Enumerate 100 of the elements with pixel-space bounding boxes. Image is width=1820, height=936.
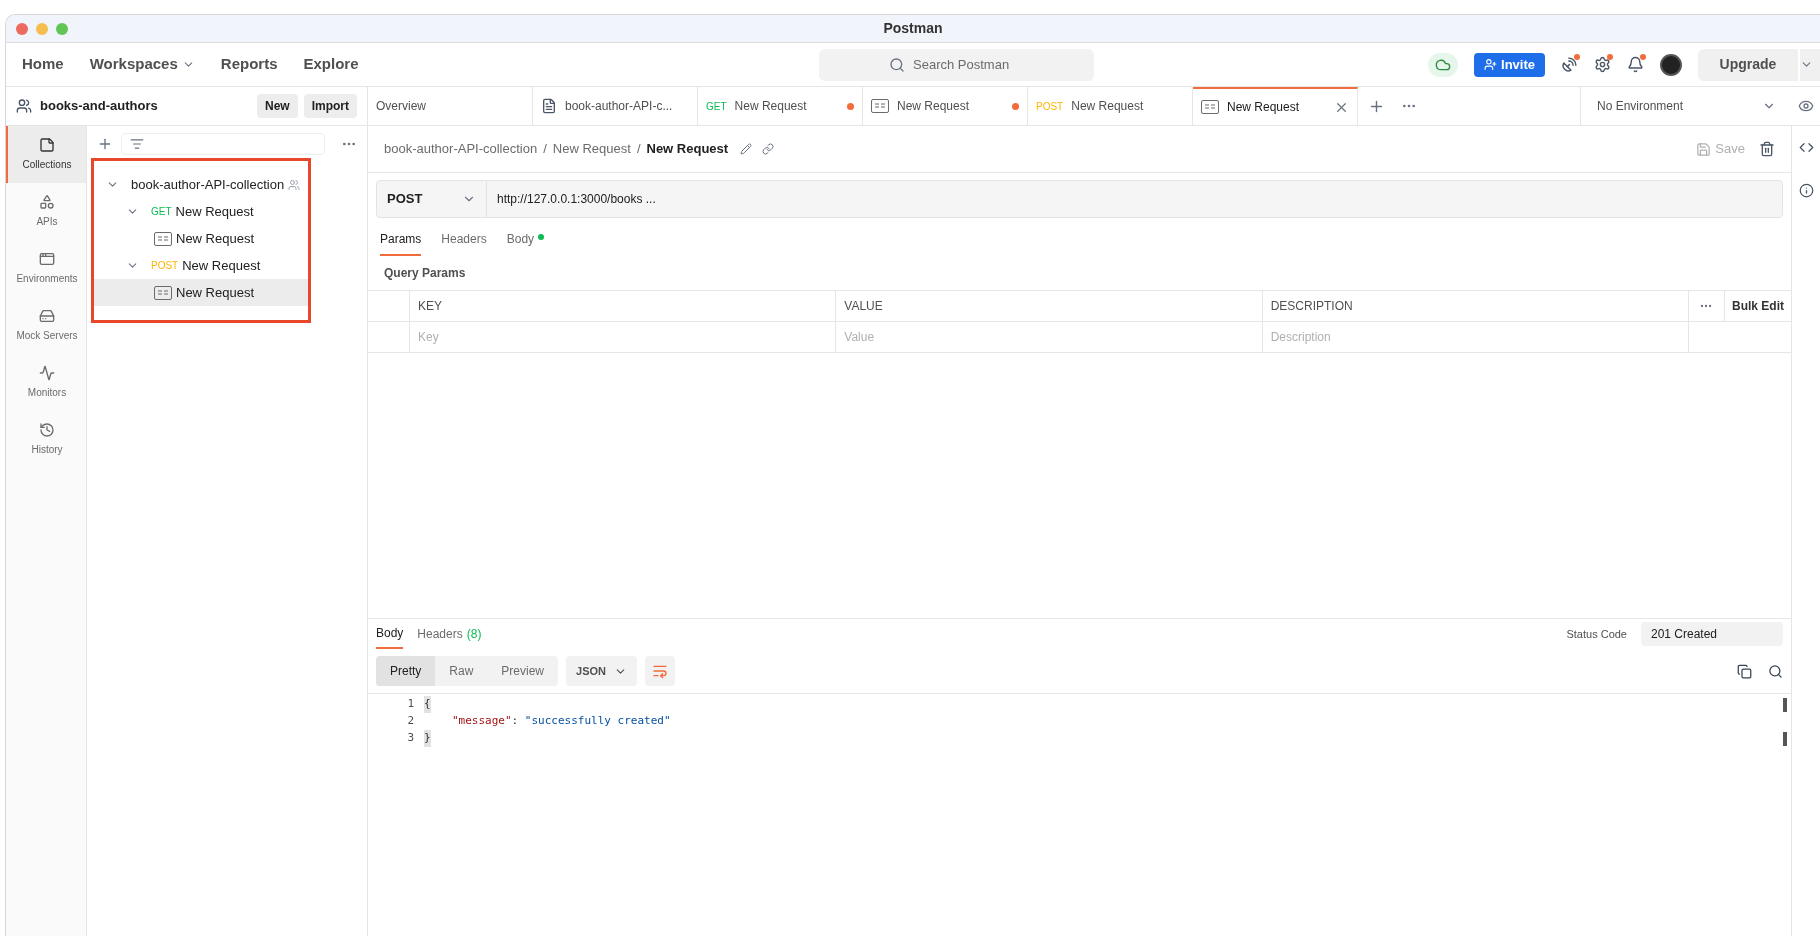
search-input[interactable]: Search Postman bbox=[913, 54, 1023, 75]
request-section-tab[interactable]: Body bbox=[506, 230, 545, 256]
wrap-lines-icon[interactable] bbox=[645, 656, 675, 686]
side-nav-icon bbox=[39, 251, 55, 267]
copy-icon[interactable] bbox=[1737, 663, 1752, 679]
tab-label: New Request bbox=[734, 98, 807, 115]
nav-link[interactable]: Home bbox=[16, 53, 70, 76]
breadcrumb-item[interactable]: New Request bbox=[552, 139, 631, 159]
user-plus-icon bbox=[1484, 58, 1498, 71]
request-tab[interactable]: GET New Request bbox=[698, 87, 863, 125]
line-number: 3 bbox=[407, 730, 414, 746]
example-icon bbox=[154, 231, 172, 246]
code-editor[interactable]: 1 2 3 { "message": "successfully created" } bbox=[368, 693, 1791, 936]
view-mode-tab[interactable]: Raw bbox=[435, 656, 488, 686]
search-field[interactable]: Search Postman bbox=[818, 48, 1094, 81]
side-nav-item[interactable]: Environments bbox=[6, 240, 86, 297]
side-nav-item[interactable]: History bbox=[6, 411, 86, 468]
breadcrumb-item[interactable]: book-author-API-collection bbox=[384, 139, 538, 159]
line-number: 1 bbox=[407, 696, 414, 712]
item-label: book-author-API-collection bbox=[131, 175, 285, 194]
notification-bell-icon[interactable] bbox=[1627, 56, 1644, 73]
status-code-label: Status Code bbox=[1566, 626, 1627, 642]
workspace-name: books-and-authors bbox=[40, 97, 158, 116]
delete-icon[interactable] bbox=[1759, 141, 1775, 157]
status-code-value: 201 Created bbox=[1641, 622, 1783, 646]
side-nav-icon bbox=[39, 308, 55, 324]
request-tab[interactable]: New Request bbox=[1193, 87, 1358, 125]
request-tab[interactable]: book-author-API-c... bbox=[533, 87, 698, 125]
item-label: New Request bbox=[182, 256, 261, 275]
tab-label: Overview bbox=[376, 98, 426, 115]
save-icon bbox=[1696, 141, 1712, 157]
response-tab[interactable]: Headers (8) bbox=[417, 619, 482, 649]
request-tab[interactable]: Overview bbox=[368, 87, 533, 125]
format-select[interactable]: JSON bbox=[566, 656, 637, 686]
side-nav-item[interactable]: Collections bbox=[6, 126, 86, 183]
search-icon[interactable] bbox=[1768, 663, 1783, 679]
param-field[interactable]: Description bbox=[1262, 322, 1689, 352]
item-label: New Request bbox=[175, 202, 254, 221]
sync-status-icon[interactable] bbox=[1428, 52, 1459, 77]
method-select[interactable]: POST bbox=[377, 181, 487, 217]
settings-icon[interactable] bbox=[1594, 56, 1611, 73]
tree-item[interactable]: book-author-API-collection bbox=[94, 171, 308, 198]
workspace-action-button[interactable]: Import bbox=[303, 94, 357, 118]
info-icon[interactable] bbox=[1798, 183, 1814, 198]
code-token: "message" bbox=[452, 713, 512, 729]
close-window-button[interactable] bbox=[16, 22, 28, 35]
add-icon[interactable] bbox=[97, 136, 113, 152]
side-nav-item[interactable]: Monitors bbox=[6, 354, 86, 411]
method-label: GET bbox=[151, 205, 172, 219]
tree-item[interactable]: New Request bbox=[94, 225, 308, 252]
link-icon[interactable] bbox=[762, 143, 775, 155]
method-label: POST bbox=[1036, 99, 1064, 114]
nav-link[interactable]: Workspaces bbox=[83, 53, 201, 76]
tab-label: New Request bbox=[897, 98, 970, 115]
invite-button[interactable]: Invite bbox=[1474, 52, 1545, 77]
filter-field[interactable] bbox=[121, 133, 325, 155]
filter-icon[interactable] bbox=[130, 137, 144, 151]
environment-selector[interactable]: No Environment bbox=[1580, 87, 1792, 125]
view-mode-tab[interactable]: Pretty bbox=[376, 656, 436, 686]
item-label: New Request bbox=[176, 229, 255, 248]
avatar[interactable] bbox=[1660, 53, 1682, 76]
code-brace: { bbox=[424, 696, 431, 713]
request-section-tab[interactable]: Params bbox=[380, 230, 422, 256]
url-bar[interactable]: POST http://127.0.0.1:3000/books ... bbox=[376, 180, 1783, 218]
tree-item[interactable]: GET New Request bbox=[94, 198, 308, 225]
nav-link[interactable]: Reports bbox=[214, 53, 284, 76]
bulk-edit-button[interactable]: Bulk Edit bbox=[1725, 291, 1791, 321]
shared-users-icon bbox=[288, 178, 301, 191]
side-nav-item[interactable]: APIs bbox=[6, 183, 86, 240]
workspace-action-button[interactable]: New bbox=[256, 94, 298, 118]
code-token: : bbox=[511, 713, 520, 729]
code-snippet-icon[interactable] bbox=[1798, 140, 1814, 155]
satellite-icon[interactable] bbox=[1561, 56, 1578, 73]
side-nav-icon bbox=[39, 422, 55, 438]
tree-item[interactable]: POST New Request bbox=[94, 252, 308, 279]
param-field[interactable]: Key bbox=[410, 322, 837, 352]
collection-icon bbox=[541, 98, 557, 114]
tree-item[interactable]: New Request bbox=[94, 279, 308, 306]
request-section-tab[interactable]: Headers bbox=[441, 230, 487, 256]
tab-label: New Request bbox=[1227, 99, 1300, 116]
method-label: GET bbox=[706, 99, 727, 114]
item-label: New Request bbox=[176, 283, 255, 302]
column-header: KEY bbox=[410, 291, 837, 321]
tab-label: book-author-API-c... bbox=[565, 98, 673, 115]
line-number: 2 bbox=[407, 713, 414, 729]
breadcrumb-separator: / bbox=[543, 140, 547, 159]
edit-icon[interactable] bbox=[740, 143, 753, 155]
view-mode-tab[interactable]: Preview bbox=[487, 656, 559, 686]
column-header: DESCRIPTION bbox=[1262, 291, 1689, 321]
workspace-users-icon bbox=[16, 98, 32, 114]
side-nav-icon bbox=[39, 194, 55, 210]
request-tab[interactable]: New Request bbox=[863, 87, 1028, 125]
code-token: "successfully created" bbox=[524, 713, 671, 729]
response-tab[interactable]: Body bbox=[376, 619, 404, 649]
param-field[interactable]: Value bbox=[836, 322, 1263, 352]
upgrade-button[interactable]: Upgrade bbox=[1698, 48, 1798, 81]
nav-link[interactable]: Explore bbox=[297, 53, 365, 76]
example-icon bbox=[871, 99, 889, 113]
url-field[interactable]: http://127.0.0.1:3000/books ... bbox=[487, 181, 1782, 217]
side-nav-item[interactable]: Mock Servers bbox=[6, 297, 86, 354]
